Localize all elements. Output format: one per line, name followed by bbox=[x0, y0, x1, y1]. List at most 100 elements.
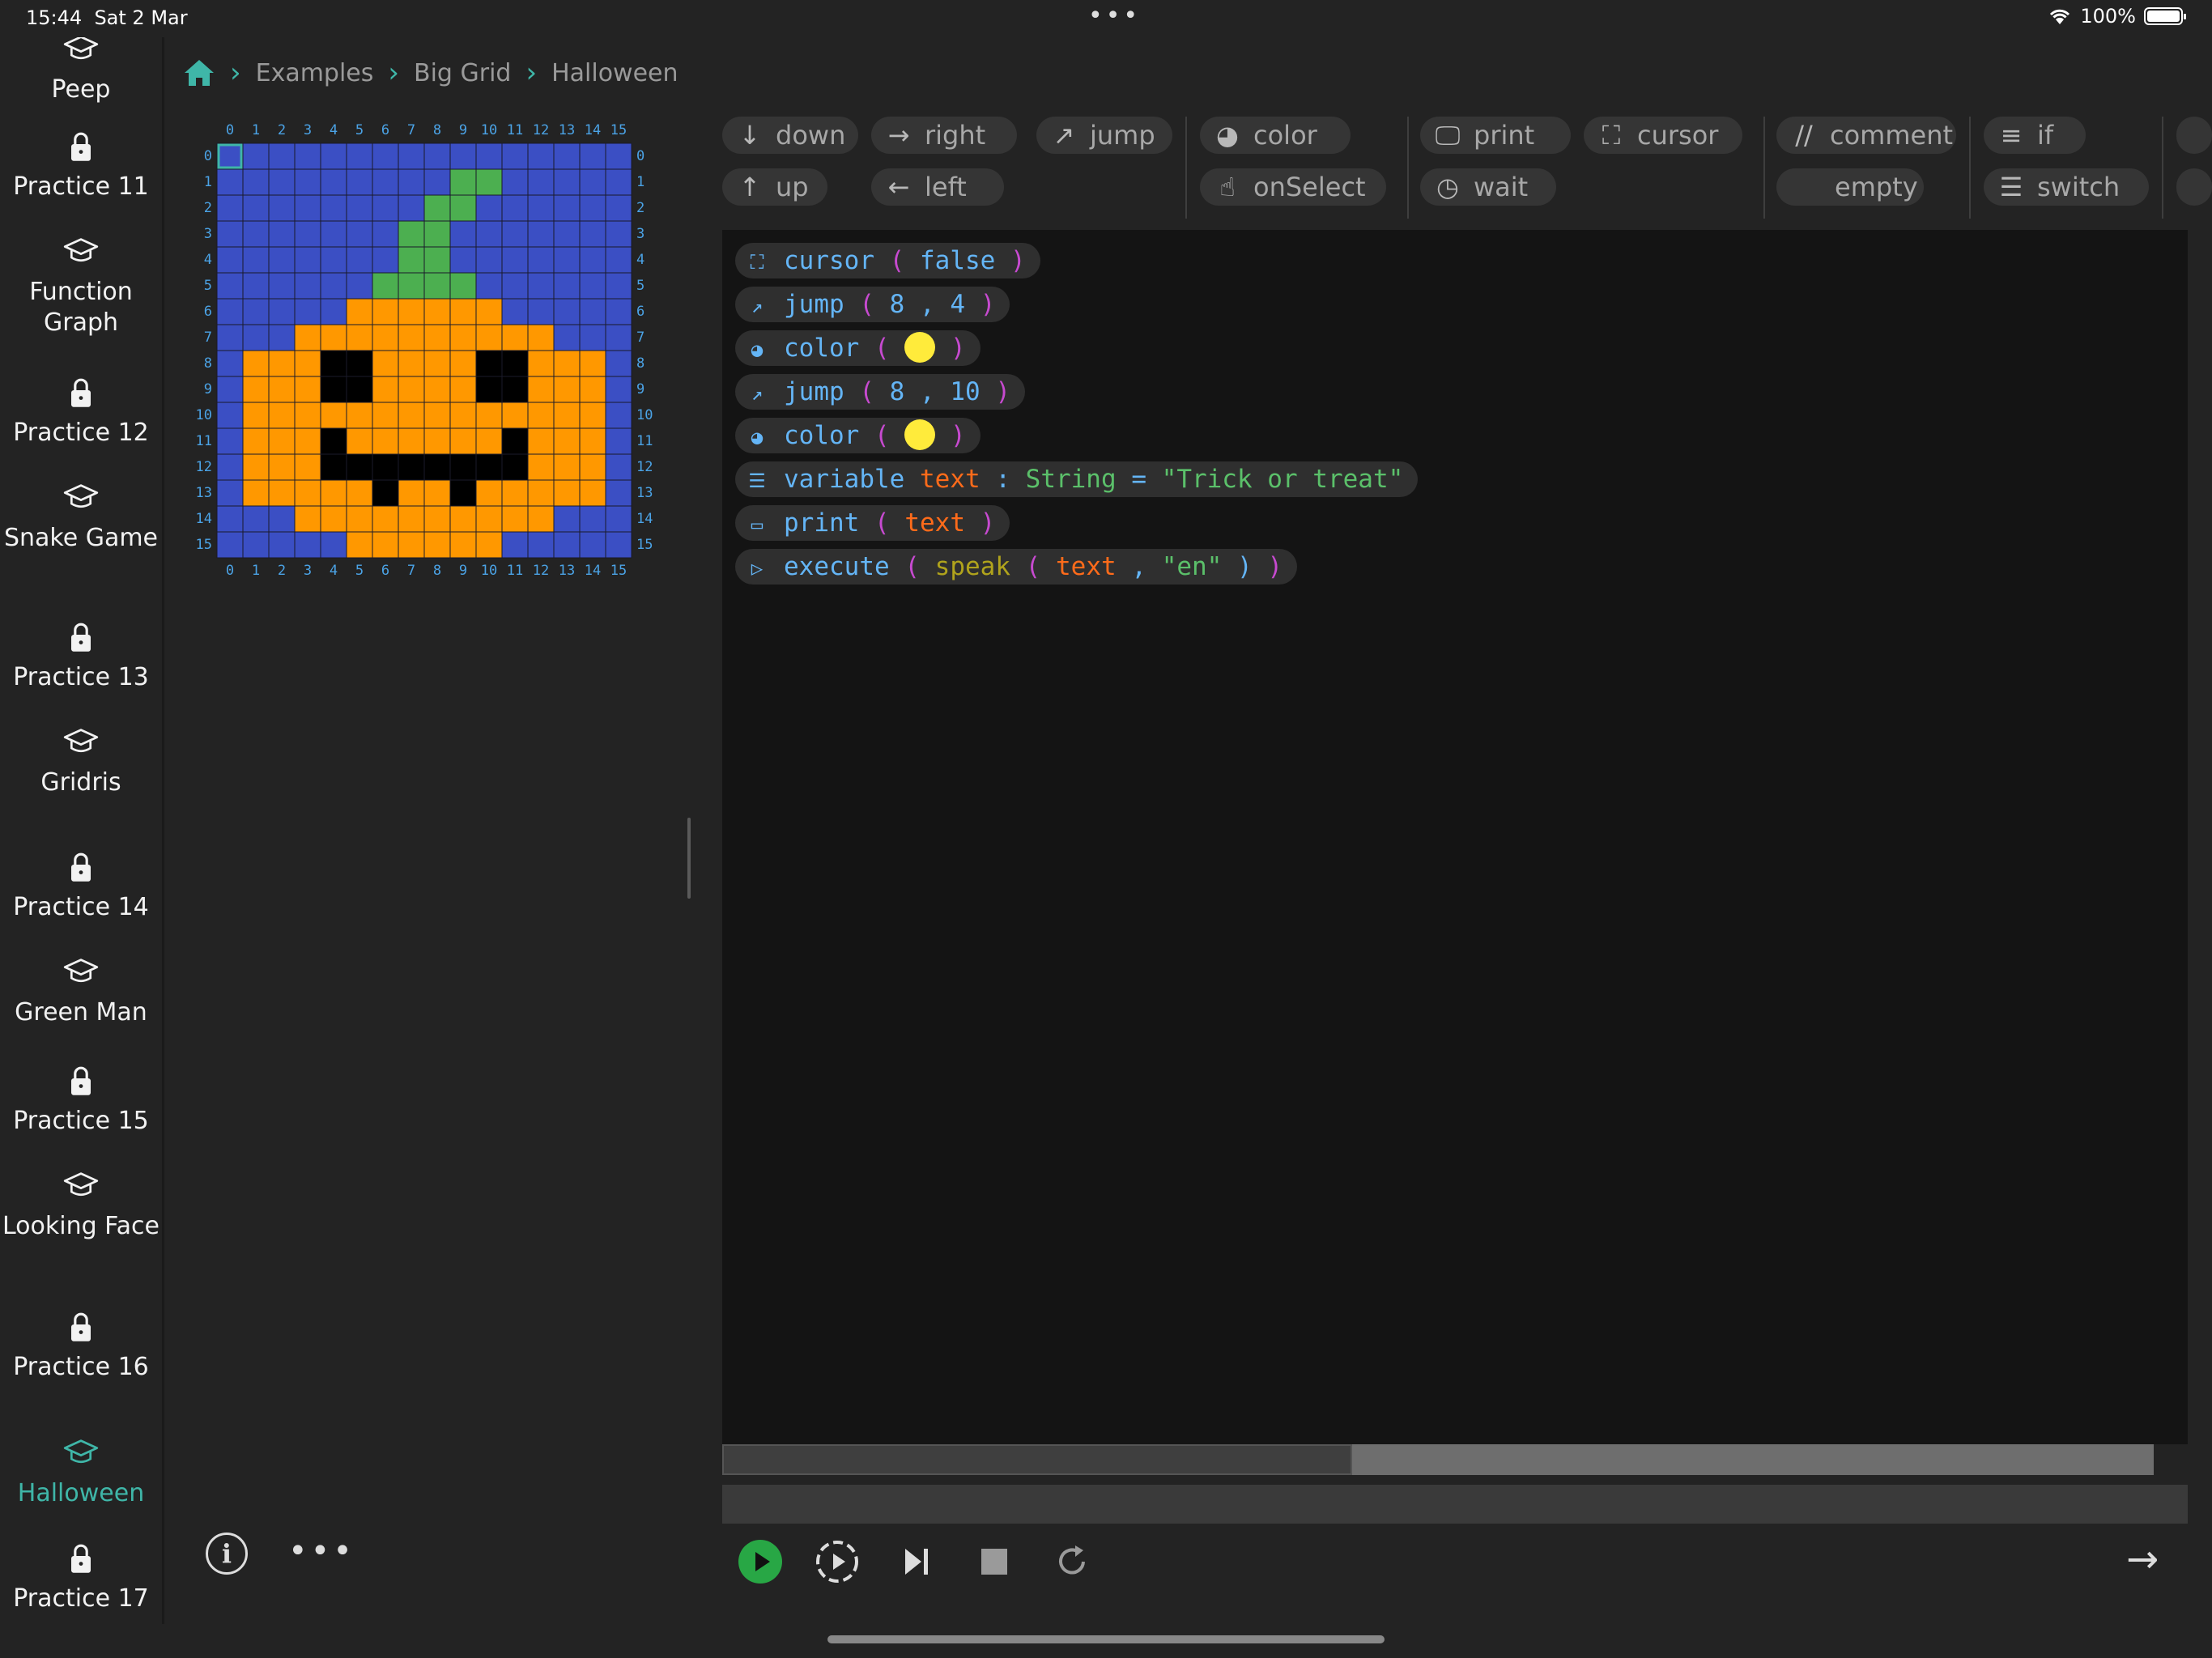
grid-cell[interactable] bbox=[346, 220, 373, 248]
toolbar-overflow-button[interactable] bbox=[2176, 117, 2212, 154]
code-line-color[interactable]: ◕ color ( ) bbox=[735, 418, 981, 453]
grid-cell[interactable] bbox=[501, 531, 529, 559]
grid-cell[interactable] bbox=[346, 194, 373, 222]
onselect-button[interactable]: ☝ onSelect bbox=[1200, 168, 1386, 206]
grid-cell[interactable] bbox=[320, 350, 347, 377]
comment-button[interactable]: //comment bbox=[1776, 117, 1956, 154]
down-button[interactable]: ↓ down bbox=[722, 117, 858, 154]
code-line-variable[interactable]: ☰ variable text : String = "Trick or trea… bbox=[735, 461, 1419, 497]
grid-cell[interactable] bbox=[268, 142, 296, 170]
grid-cell[interactable] bbox=[346, 402, 373, 429]
grid-cell[interactable] bbox=[527, 402, 555, 429]
grid-cell[interactable] bbox=[294, 531, 321, 559]
next-arrow-icon[interactable]: → bbox=[2126, 1537, 2159, 1582]
grid-cell[interactable] bbox=[242, 453, 270, 481]
grid-cell[interactable] bbox=[527, 376, 555, 403]
grid-cell[interactable] bbox=[398, 324, 425, 351]
grid-cell[interactable] bbox=[216, 298, 244, 325]
grid-cell[interactable] bbox=[553, 246, 581, 274]
jump-button[interactable]: ↗ jump bbox=[1036, 117, 1172, 154]
grid-cell[interactable] bbox=[372, 324, 399, 351]
grid-cell[interactable] bbox=[423, 453, 451, 481]
grid-cell[interactable] bbox=[423, 427, 451, 455]
grid-cell[interactable] bbox=[268, 324, 296, 351]
grid-cell[interactable] bbox=[579, 427, 606, 455]
grid-cell[interactable] bbox=[449, 194, 477, 222]
breadcrumb-big-grid[interactable]: Big Grid bbox=[414, 59, 511, 87]
grid-cell[interactable] bbox=[423, 298, 451, 325]
grid-cell[interactable] bbox=[398, 531, 425, 559]
code-editor[interactable]: ⛶ cursor ( false ) ↗ jump ( 8 , 4 ) ◕ color… bbox=[722, 230, 2188, 1444]
grid-cell[interactable] bbox=[320, 168, 347, 196]
grid-cell[interactable] bbox=[553, 479, 581, 507]
grid-cell[interactable] bbox=[449, 142, 477, 170]
grid-cell[interactable] bbox=[346, 272, 373, 300]
grid-cell[interactable] bbox=[346, 479, 373, 507]
grid-cell[interactable] bbox=[242, 142, 270, 170]
grid-cell[interactable] bbox=[475, 272, 503, 300]
grid-cell[interactable] bbox=[475, 402, 503, 429]
grid-cell[interactable] bbox=[398, 427, 425, 455]
grid-cell[interactable] bbox=[268, 194, 296, 222]
grid-cell[interactable] bbox=[553, 220, 581, 248]
grid-cell[interactable] bbox=[449, 427, 477, 455]
grid-cell[interactable] bbox=[605, 168, 632, 196]
grid-cell[interactable] bbox=[475, 453, 503, 481]
grid-cell[interactable] bbox=[346, 142, 373, 170]
code-line-color[interactable]: ◕ color ( ) bbox=[735, 330, 981, 366]
grid-cell[interactable] bbox=[449, 479, 477, 507]
grid-cell[interactable] bbox=[216, 505, 244, 533]
grid-cell[interactable] bbox=[398, 350, 425, 377]
grid-cell[interactable] bbox=[527, 142, 555, 170]
grid-cell[interactable] bbox=[268, 531, 296, 559]
sidebar-item-snake-game[interactable]: Snake Game bbox=[0, 483, 162, 554]
grid-cell[interactable] bbox=[501, 220, 529, 248]
grid-cell[interactable] bbox=[501, 427, 529, 455]
grid-cell[interactable] bbox=[501, 453, 529, 481]
grid-cell[interactable] bbox=[553, 505, 581, 533]
grid-cell[interactable] bbox=[398, 272, 425, 300]
grid-cell[interactable] bbox=[605, 220, 632, 248]
grid-cell[interactable] bbox=[449, 531, 477, 559]
sidebar-item-practice-11[interactable]: Practice 11 bbox=[0, 131, 162, 202]
grid-cell[interactable] bbox=[553, 427, 581, 455]
grid-cell[interactable] bbox=[527, 531, 555, 559]
grid-cell[interactable] bbox=[553, 376, 581, 403]
grid-cell[interactable] bbox=[579, 324, 606, 351]
grid-cell[interactable] bbox=[294, 376, 321, 403]
grid-cell[interactable] bbox=[449, 350, 477, 377]
grid-cell[interactable] bbox=[398, 453, 425, 481]
grid-cell[interactable] bbox=[501, 479, 529, 507]
grid-cell[interactable] bbox=[320, 402, 347, 429]
grid-cell[interactable] bbox=[527, 168, 555, 196]
grid-cell[interactable] bbox=[605, 194, 632, 222]
grid-cell[interactable] bbox=[216, 479, 244, 507]
grid-cell[interactable] bbox=[605, 246, 632, 274]
grid-cell[interactable] bbox=[242, 220, 270, 248]
grid-cell[interactable] bbox=[579, 246, 606, 274]
multitasking-dots-icon[interactable]: ••• bbox=[1088, 2, 1141, 30]
grid-cell[interactable] bbox=[501, 505, 529, 533]
more-options-button[interactable]: ••• bbox=[288, 1533, 355, 1570]
switch-button[interactable]: ☰ switch bbox=[1984, 168, 2149, 206]
grid-cell[interactable] bbox=[527, 272, 555, 300]
grid-cell[interactable] bbox=[475, 505, 503, 533]
grid-cell[interactable] bbox=[346, 324, 373, 351]
grid-cell[interactable] bbox=[268, 350, 296, 377]
home-icon[interactable] bbox=[183, 58, 215, 87]
grid-cell[interactable] bbox=[320, 272, 347, 300]
grid-cell[interactable] bbox=[475, 324, 503, 351]
grid-cell[interactable] bbox=[320, 427, 347, 455]
sidebar-item-green-man[interactable]: Green Man bbox=[0, 957, 162, 1028]
grid-cell[interactable] bbox=[579, 220, 606, 248]
grid-cell[interactable] bbox=[527, 194, 555, 222]
grid-cell[interactable] bbox=[294, 324, 321, 351]
grid-cell[interactable] bbox=[216, 168, 244, 196]
grid-cell[interactable] bbox=[320, 298, 347, 325]
grid-cell[interactable] bbox=[527, 427, 555, 455]
grid-cell[interactable] bbox=[475, 350, 503, 377]
stop-button[interactable] bbox=[972, 1539, 1017, 1584]
grid-cell[interactable] bbox=[475, 531, 503, 559]
grid-cell[interactable] bbox=[372, 142, 399, 170]
grid-cell[interactable] bbox=[579, 453, 606, 481]
